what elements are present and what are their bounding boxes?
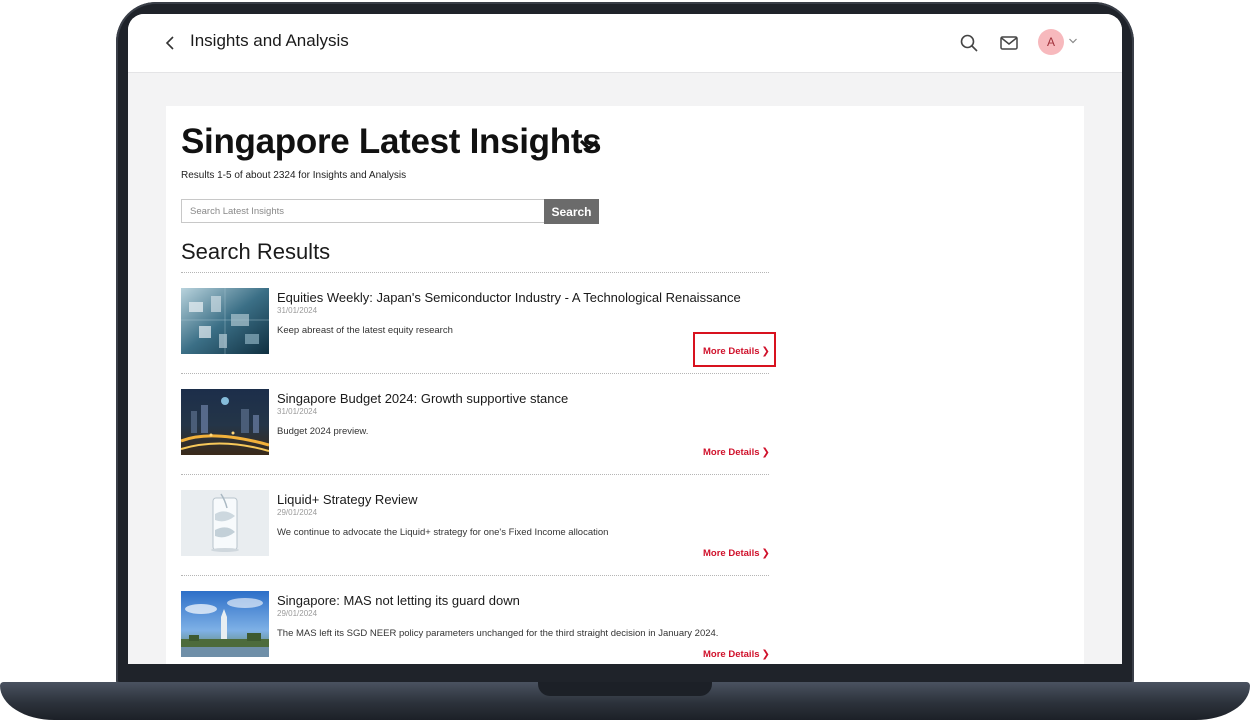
divider bbox=[181, 272, 769, 273]
section-title: Search Results bbox=[181, 239, 331, 264]
result-description: We continue to advocate the Liquid+ stra… bbox=[277, 527, 609, 538]
divider bbox=[181, 373, 769, 374]
more-details-link[interactable]: More Details ❯ bbox=[703, 649, 770, 660]
search-button[interactable]: Search bbox=[544, 199, 599, 224]
result-description: Keep abreast of the latest equity resear… bbox=[277, 325, 453, 336]
highlight-box bbox=[693, 332, 776, 367]
result-date: 29/01/2024 bbox=[277, 609, 318, 618]
more-details-label: More Details bbox=[703, 649, 760, 660]
search-input[interactable] bbox=[181, 199, 547, 223]
more-details-link[interactable]: More Details ❯ bbox=[703, 447, 770, 458]
app-header: Insights and Analysis A bbox=[128, 14, 1122, 73]
more-details-label: More Details bbox=[703, 548, 760, 559]
content-card: Singapore Latest Insights Results 1-5 of… bbox=[166, 106, 1084, 664]
result-title[interactable]: Singapore: MAS not letting its guard dow… bbox=[277, 593, 520, 608]
chevron-right-icon: ❯ bbox=[761, 447, 770, 458]
result-description: Budget 2024 preview. bbox=[277, 426, 369, 437]
more-details-link[interactable]: More Details ❯ bbox=[703, 548, 770, 559]
result-title[interactable]: Singapore Budget 2024: Growth supportive… bbox=[277, 391, 568, 406]
app-title: Insights and Analysis bbox=[190, 31, 349, 50]
result-title[interactable]: Equities Weekly: Japan's Semiconductor I… bbox=[277, 290, 741, 305]
result-thumbnail-water-glass[interactable] bbox=[181, 490, 269, 556]
result-title[interactable]: Liquid+ Strategy Review bbox=[277, 492, 418, 507]
result-thumbnail-city-night[interactable] bbox=[181, 389, 269, 455]
search-icon[interactable] bbox=[958, 32, 980, 54]
laptop-notch bbox=[538, 682, 712, 696]
result-date: 29/01/2024 bbox=[277, 508, 318, 517]
chevron-down-icon[interactable] bbox=[1068, 36, 1078, 46]
mail-icon[interactable] bbox=[998, 32, 1020, 54]
app-screen: Insights and Analysis A Singapore Latest… bbox=[128, 14, 1122, 664]
result-description: The MAS left its SGD NEER policy paramet… bbox=[277, 628, 719, 639]
result-date: 31/01/2024 bbox=[277, 306, 318, 315]
divider bbox=[181, 575, 769, 576]
chevron-right-icon: ❯ bbox=[761, 649, 770, 660]
avatar[interactable]: A bbox=[1038, 29, 1064, 55]
more-details-label: More Details bbox=[703, 447, 760, 458]
result-item: Singapore: MAS not letting its guard dow… bbox=[181, 591, 770, 664]
result-date: 31/01/2024 bbox=[277, 407, 318, 416]
results-summary: Results 1-5 of about 2324 for Insights a… bbox=[181, 170, 407, 181]
divider bbox=[181, 474, 769, 475]
result-thumbnail-circuit-board[interactable] bbox=[181, 288, 269, 354]
back-arrow-icon[interactable] bbox=[160, 32, 180, 54]
chevron-down-icon[interactable] bbox=[578, 136, 600, 154]
chevron-right-icon: ❯ bbox=[761, 548, 770, 559]
page-title: Singapore Latest Insights bbox=[181, 122, 602, 161]
result-thumbnail-skyline-day[interactable] bbox=[181, 591, 269, 657]
